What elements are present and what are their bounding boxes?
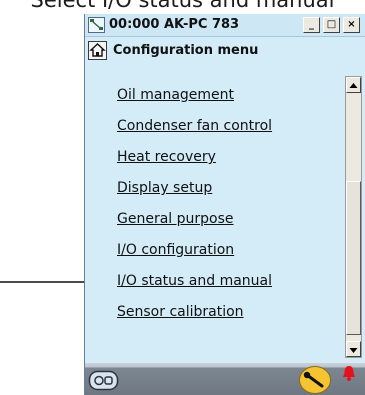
menu-item-general-purpose[interactable]: General purpose [117, 211, 234, 227]
menu-item-io-status-and-manual[interactable]: I/O status and manual [117, 273, 272, 289]
page-title: Configuration menu [113, 43, 259, 58]
network-icon[interactable] [88, 17, 105, 33]
home-icon[interactable] [88, 41, 107, 60]
window-titlebar[interactable]: 00:000 AK-PC 783 _ □ × [85, 14, 365, 37]
minimize-button[interactable]: _ [303, 17, 320, 33]
alarm-bell-icon[interactable] [341, 364, 357, 382]
window-title: 00:000 AK-PC 783 [109, 17, 240, 32]
menu-item-sensor-calibration[interactable]: Sensor calibration [117, 304, 244, 320]
app-window: 00:000 AK-PC 783 _ □ × Configuration men… [84, 14, 365, 395]
vertical-scrollbar[interactable] [345, 76, 362, 358]
instruction-caption: Select I/O status and manual [30, 0, 335, 12]
menu-item-display-setup[interactable]: Display setup [117, 180, 212, 196]
menu-item-oil-management[interactable]: Oil management [117, 87, 234, 103]
scroll-up-arrow-icon[interactable] [346, 77, 361, 93]
controller-icon[interactable] [88, 368, 120, 392]
menu-item-condenser-fan-control[interactable]: Condenser fan control [117, 118, 272, 134]
wrench-icon[interactable] [298, 365, 332, 395]
scrollbar-thumb[interactable] [346, 181, 361, 335]
menu-header: Configuration menu [85, 38, 365, 64]
close-button[interactable]: × [343, 17, 360, 33]
menu-item-heat-recovery[interactable]: Heat recovery [117, 149, 216, 165]
scroll-down-arrow-icon[interactable] [346, 341, 361, 357]
maximize-button[interactable]: □ [323, 17, 340, 33]
menu-item-io-configuration[interactable]: I/O configuration [117, 242, 234, 258]
status-bar [85, 362, 365, 395]
